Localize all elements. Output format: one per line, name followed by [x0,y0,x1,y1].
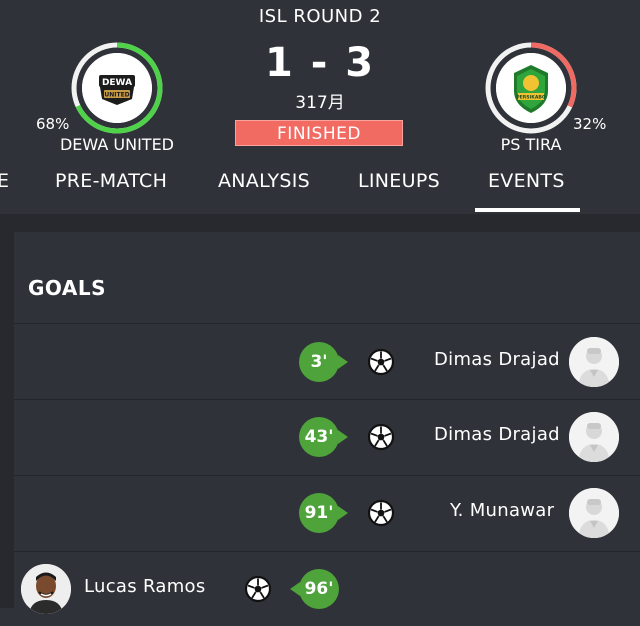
goal-minute-badge: 96' [299,569,339,609]
player-avatar-placeholder[interactable] [569,412,619,462]
goal-scorer-name[interactable]: Dimas Drajad [434,424,560,445]
player-avatar-placeholder[interactable] [569,488,619,538]
goal-minute-badge: 91' [299,493,339,533]
goal-event-row[interactable]: 43' Dimas Drajad [14,400,640,474]
match-header: ISL ROUND 2 DEWA UNITED 68% DEWA UNITED … [0,0,640,214]
match-status-badge: FINISHED [235,120,403,146]
tab-analysis[interactable]: ANALYSIS [218,170,310,192]
soccer-ball-icon [243,574,273,604]
goals-section-title: GOALS [28,276,107,300]
badge-pointer [338,355,348,369]
away-team-logo[interactable]: PERSIKABO [496,53,566,123]
away-logo-text: PERSIKABO [516,95,546,101]
home-possession-pct: 68% [36,115,70,133]
soccer-ball-icon [366,498,396,528]
badge-pointer [338,506,348,520]
goal-event-row[interactable]: Lucas Ramos 96' [14,552,640,626]
soccer-ball-icon [366,422,396,452]
goal-event-row[interactable]: 3' Dimas Drajad [14,324,640,398]
tab-events[interactable]: EVENTS [488,170,565,192]
active-tab-indicator [475,208,580,212]
events-content: GOALS 3' Dimas Drajad 43' Dimas Drajad 9… [0,214,640,614]
goal-minute-badge: 43' [299,417,339,457]
soccer-ball-icon [366,347,396,377]
goals-card: GOALS 3' Dimas Drajad 43' Dimas Drajad 9… [14,232,640,614]
goal-scorer-name[interactable]: Dimas Drajad [434,349,560,370]
goal-scorer-name[interactable]: Y. Munawar [450,500,554,521]
tab-partial[interactable]: E [0,170,9,192]
tab-bar: E PRE-MATCH ANALYSIS LINEUPS EVENTS [0,166,640,214]
home-team-name[interactable]: DEWA UNITED [52,135,182,154]
goal-scorer-name[interactable]: Lucas Ramos [84,576,206,597]
away-possession-pct: 32% [573,115,607,133]
tab-pre-match[interactable]: PRE-MATCH [55,170,167,192]
away-team-name[interactable]: PS TIRA [466,135,596,154]
badge-pointer [338,430,348,444]
player-avatar[interactable] [21,564,71,614]
goal-minute-badge: 3' [299,342,339,382]
goal-event-row[interactable]: 91' Y. Munawar [14,476,640,550]
tab-lineups[interactable]: LINEUPS [358,170,440,192]
player-avatar-placeholder[interactable] [569,337,619,387]
round-title: ISL ROUND 2 [258,6,382,27]
